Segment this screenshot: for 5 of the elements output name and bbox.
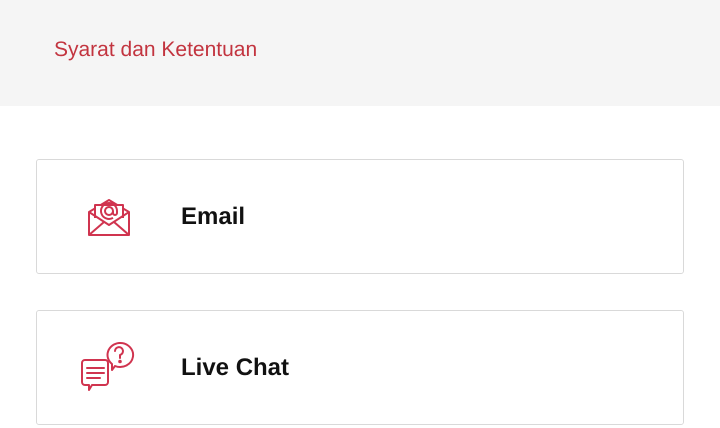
contact-option-label: Live Chat: [181, 352, 290, 382]
terms-link[interactable]: Syarat dan Ketentuan: [54, 38, 258, 61]
contact-option-card[interactable]: Live Chat: [36, 310, 684, 425]
contact-option-label: Email: [181, 202, 246, 232]
contact-option-card[interactable]: Email: [36, 159, 684, 274]
